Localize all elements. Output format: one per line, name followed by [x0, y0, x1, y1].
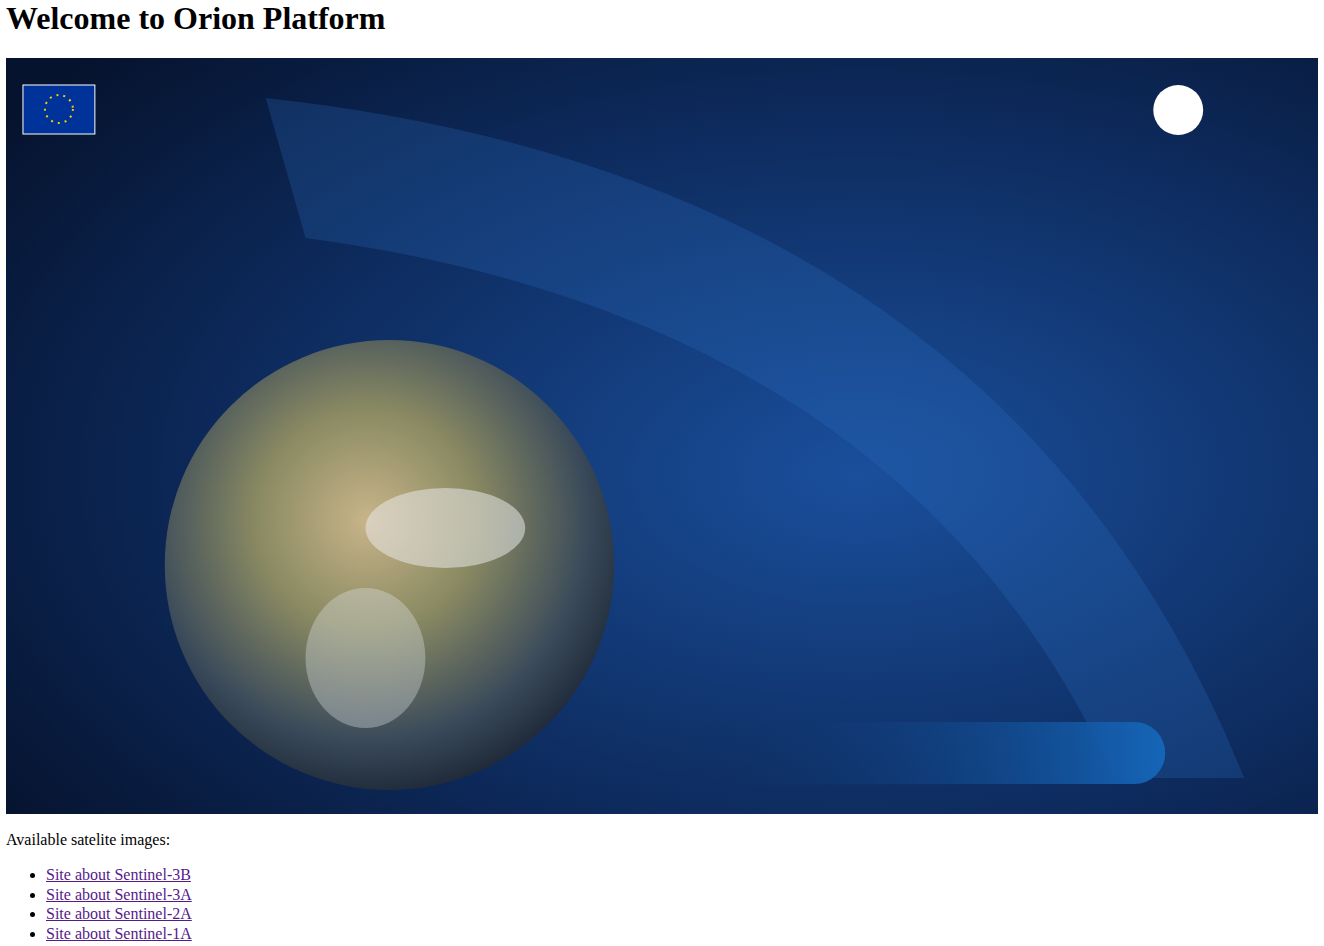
page-heading: Welcome to Orion Platform	[6, 0, 1318, 37]
satellite-item: Site about Sentinel-1A	[46, 924, 1318, 944]
satellite-item: Site about Sentinel-2A	[46, 904, 1318, 924]
satellite-list: Site about Sentinel-3B Site about Sentine…	[6, 865, 1318, 943]
satellite-item: Site about Sentinel-3A	[46, 885, 1318, 905]
satellite-link[interactable]: Site about Sentinel-3A	[46, 886, 192, 903]
banner-image	[6, 58, 1318, 814]
satellite-link[interactable]: Site about Sentinel-1A	[46, 925, 192, 942]
satellite-link[interactable]: Site about Sentinel-3B	[46, 866, 191, 883]
satellite-link[interactable]: Site about Sentinel-2A	[46, 905, 192, 922]
satellite-item: Site about Sentinel-3B	[46, 865, 1318, 885]
intro-text: Available satelite images:	[6, 831, 1318, 849]
